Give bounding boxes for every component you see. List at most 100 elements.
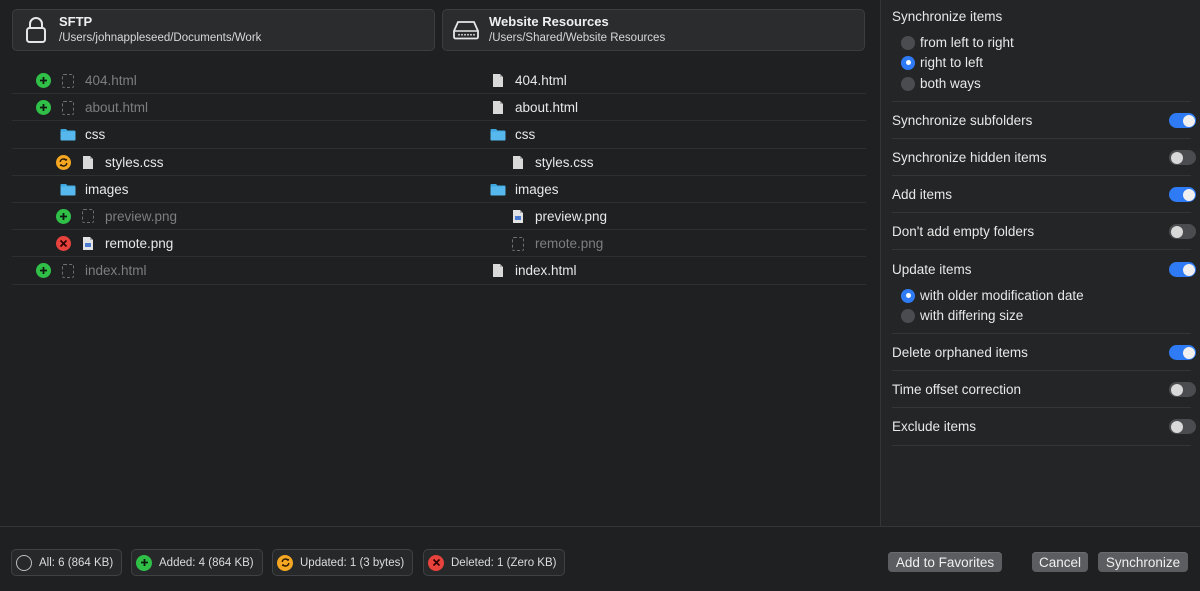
- image-file-icon: [83, 237, 93, 251]
- source-path: /Users/johnappleseed/Documents/Work: [59, 32, 262, 44]
- table-row[interactable]: 404.html 404.html: [12, 67, 866, 95]
- dont-add-empty-label: Don't add empty folders: [892, 224, 1035, 239]
- right-folder-name: css: [515, 127, 536, 143]
- folder-icon: [60, 183, 76, 196]
- sync-hidden-toggle[interactable]: [1169, 150, 1196, 165]
- table-row[interactable]: styles.css styles.css: [12, 149, 866, 176]
- update-items-label: Update items: [892, 262, 972, 277]
- added-icon: [36, 263, 51, 279]
- missing-file-icon: [62, 263, 74, 278]
- missing-file-icon: [82, 209, 94, 224]
- document-icon: [493, 74, 503, 87]
- radio-button-selected[interactable]: [901, 55, 915, 70]
- missing-file-icon: [62, 100, 74, 115]
- table-row[interactable]: about.html about.html: [12, 94, 866, 122]
- folder-icon: [60, 129, 76, 141]
- exclude-items-row: Exclude items: [892, 408, 1196, 446]
- left-file-name: 404.html: [85, 73, 137, 88]
- dont-add-empty-row: Don't add empty folders: [892, 213, 1196, 250]
- radio-older-mod-date[interactable]: with older modification date: [901, 288, 1084, 303]
- radio-left-to-right[interactable]: from left to right: [901, 35, 1014, 50]
- sync-subfolders-row: Synchronize subfolders: [892, 102, 1196, 139]
- exclude-items-toggle[interactable]: [1169, 419, 1196, 434]
- table-row[interactable]: remote.png remote.png: [12, 230, 866, 258]
- folder-icon: [490, 183, 506, 196]
- added-icon: [56, 208, 71, 224]
- source-location[interactable]: SFTP /Users/johnappleseed/Documents/Work: [12, 9, 435, 51]
- comparison-pane: SFTP /Users/johnappleseed/Documents/Work…: [0, 0, 880, 526]
- added-icon: [36, 73, 51, 88]
- filter-updated[interactable]: Updated: 1 (3 bytes): [272, 549, 414, 576]
- added-icon: [136, 554, 152, 571]
- document-icon: [493, 101, 503, 115]
- table-row[interactable]: index.html index.html: [12, 257, 866, 285]
- update-items-toggle[interactable]: [1169, 262, 1196, 277]
- time-offset-row: Time offset correction: [892, 371, 1196, 408]
- updated-icon: [56, 154, 71, 170]
- left-file-name: preview.png: [105, 208, 178, 224]
- cancel-button[interactable]: Cancel: [1032, 552, 1088, 572]
- delete-orphaned-toggle[interactable]: [1169, 345, 1196, 360]
- table-row[interactable]: images images: [12, 176, 866, 203]
- destination-path: /Users/Shared/Website Resources: [489, 32, 666, 44]
- sync-hidden-label: Synchronize hidden items: [892, 150, 1047, 165]
- update-items-section: Update items with older modification dat…: [892, 250, 1196, 334]
- right-file-name: 404.html: [515, 73, 567, 88]
- sync-items-label: Synchronize items: [892, 9, 1003, 24]
- destination-location[interactable]: Website Resources /Users/Shared/Website …: [442, 9, 865, 51]
- missing-file-icon: [512, 236, 524, 251]
- table-row[interactable]: css css: [12, 121, 866, 149]
- radio-both-ways[interactable]: both ways: [901, 76, 981, 91]
- sync-direction-section: Synchronize items from left to right rig…: [892, 0, 1191, 102]
- updated-icon: [277, 554, 293, 571]
- synchronize-button[interactable]: Synchronize: [1098, 552, 1188, 572]
- deleted-icon: [56, 236, 71, 252]
- add-to-favorites-button[interactable]: Add to Favorites: [888, 552, 1002, 572]
- right-folder-name: images: [515, 181, 559, 197]
- added-icon: [36, 100, 51, 116]
- dont-add-empty-toggle[interactable]: [1169, 224, 1196, 239]
- filter-added[interactable]: Added: 4 (864 KB): [131, 549, 263, 576]
- missing-file-icon: [62, 73, 74, 88]
- time-offset-toggle[interactable]: [1169, 382, 1196, 397]
- filter-all[interactable]: All: 6 (864 KB): [11, 549, 123, 576]
- deleted-icon: [428, 554, 444, 571]
- left-folder-name: images: [85, 181, 129, 197]
- radio-button[interactable]: [901, 76, 915, 91]
- right-file-name: preview.png: [535, 208, 608, 224]
- right-file-name: index.html: [515, 263, 577, 279]
- time-offset-label: Time offset correction: [892, 382, 1022, 397]
- radio-differing-size[interactable]: with differing size: [901, 308, 1023, 323]
- image-file-icon: [513, 209, 523, 223]
- drive-icon: [451, 15, 481, 45]
- left-folder-name: css: [85, 127, 106, 143]
- left-file-name: remote.png: [105, 236, 174, 252]
- radio-button[interactable]: [901, 308, 915, 323]
- delete-orphaned-label: Delete orphaned items: [892, 345, 1028, 360]
- circle-icon: [16, 554, 32, 571]
- add-items-row: Add items: [892, 176, 1196, 213]
- document-icon: [83, 155, 93, 169]
- add-items-label: Add items: [892, 187, 953, 202]
- bottom-bar: All: 6 (864 KB) Added: 4 (864 KB) Update…: [0, 526, 1200, 591]
- delete-orphaned-row: Delete orphaned items: [892, 334, 1196, 371]
- file-list: 404.html 404.html about.html about.html …: [12, 67, 866, 285]
- filter-deleted[interactable]: Deleted: 1 (Zero KB): [423, 549, 566, 576]
- radio-button[interactable]: [901, 35, 915, 50]
- options-panel: Synchronize items from left to right rig…: [881, 0, 1200, 526]
- document-icon: [493, 264, 503, 278]
- source-title: SFTP: [59, 14, 93, 29]
- right-file-name: styles.css: [535, 154, 594, 170]
- right-file-name: remote.png: [535, 236, 604, 252]
- destination-title: Website Resources: [489, 14, 609, 29]
- sync-subfolders-toggle[interactable]: [1169, 113, 1196, 128]
- add-items-toggle[interactable]: [1169, 187, 1196, 202]
- right-file-name: about.html: [515, 100, 579, 116]
- radio-right-to-left[interactable]: right to left: [901, 55, 983, 70]
- radio-button-selected[interactable]: [901, 288, 915, 303]
- document-icon: [513, 155, 523, 169]
- left-file-name: index.html: [85, 263, 147, 279]
- table-row[interactable]: preview.png preview.png: [12, 203, 866, 231]
- folder-icon: [490, 129, 506, 141]
- exclude-items-label: Exclude items: [892, 419, 977, 434]
